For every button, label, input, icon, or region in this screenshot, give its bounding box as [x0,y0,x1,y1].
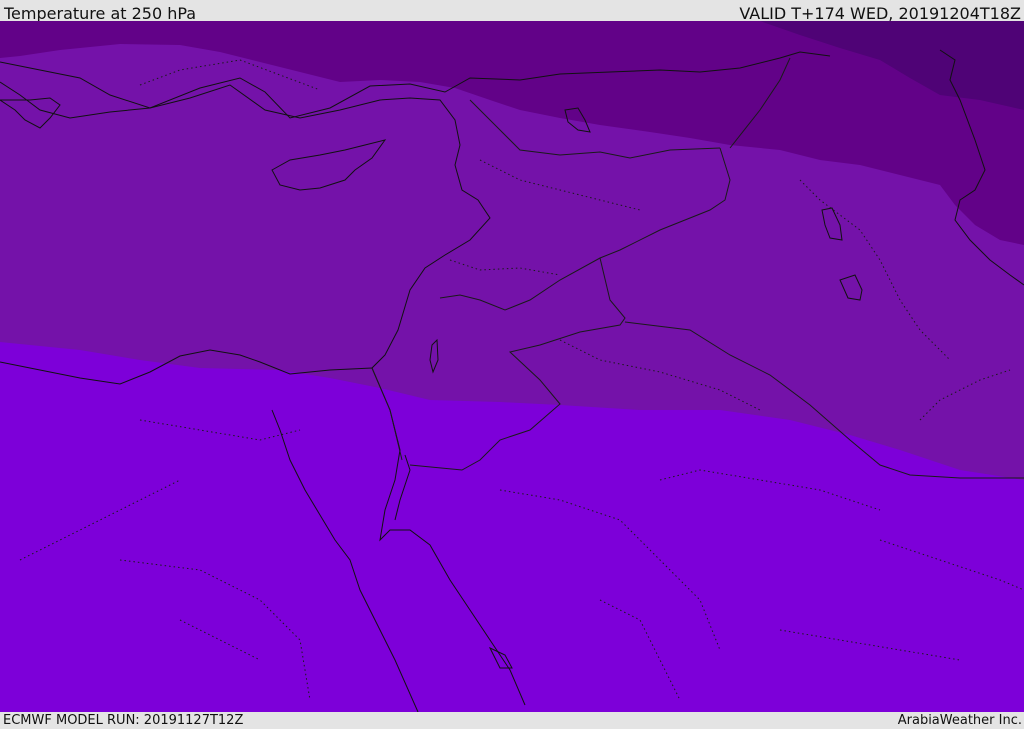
header-bar: Temperature at 250 hPa VALID T+174 WED, … [0,0,1024,23]
footer-bar: ECMWF MODEL RUN: 20191127T12Z ArabiaWeat… [0,712,1024,729]
map-canvas [0,21,1024,712]
model-run-label: ECMWF MODEL RUN: 20191127T12Z [3,713,244,728]
brand-label: ArabiaWeather Inc. [897,713,1022,728]
weather-map[interactable] [0,21,1024,712]
